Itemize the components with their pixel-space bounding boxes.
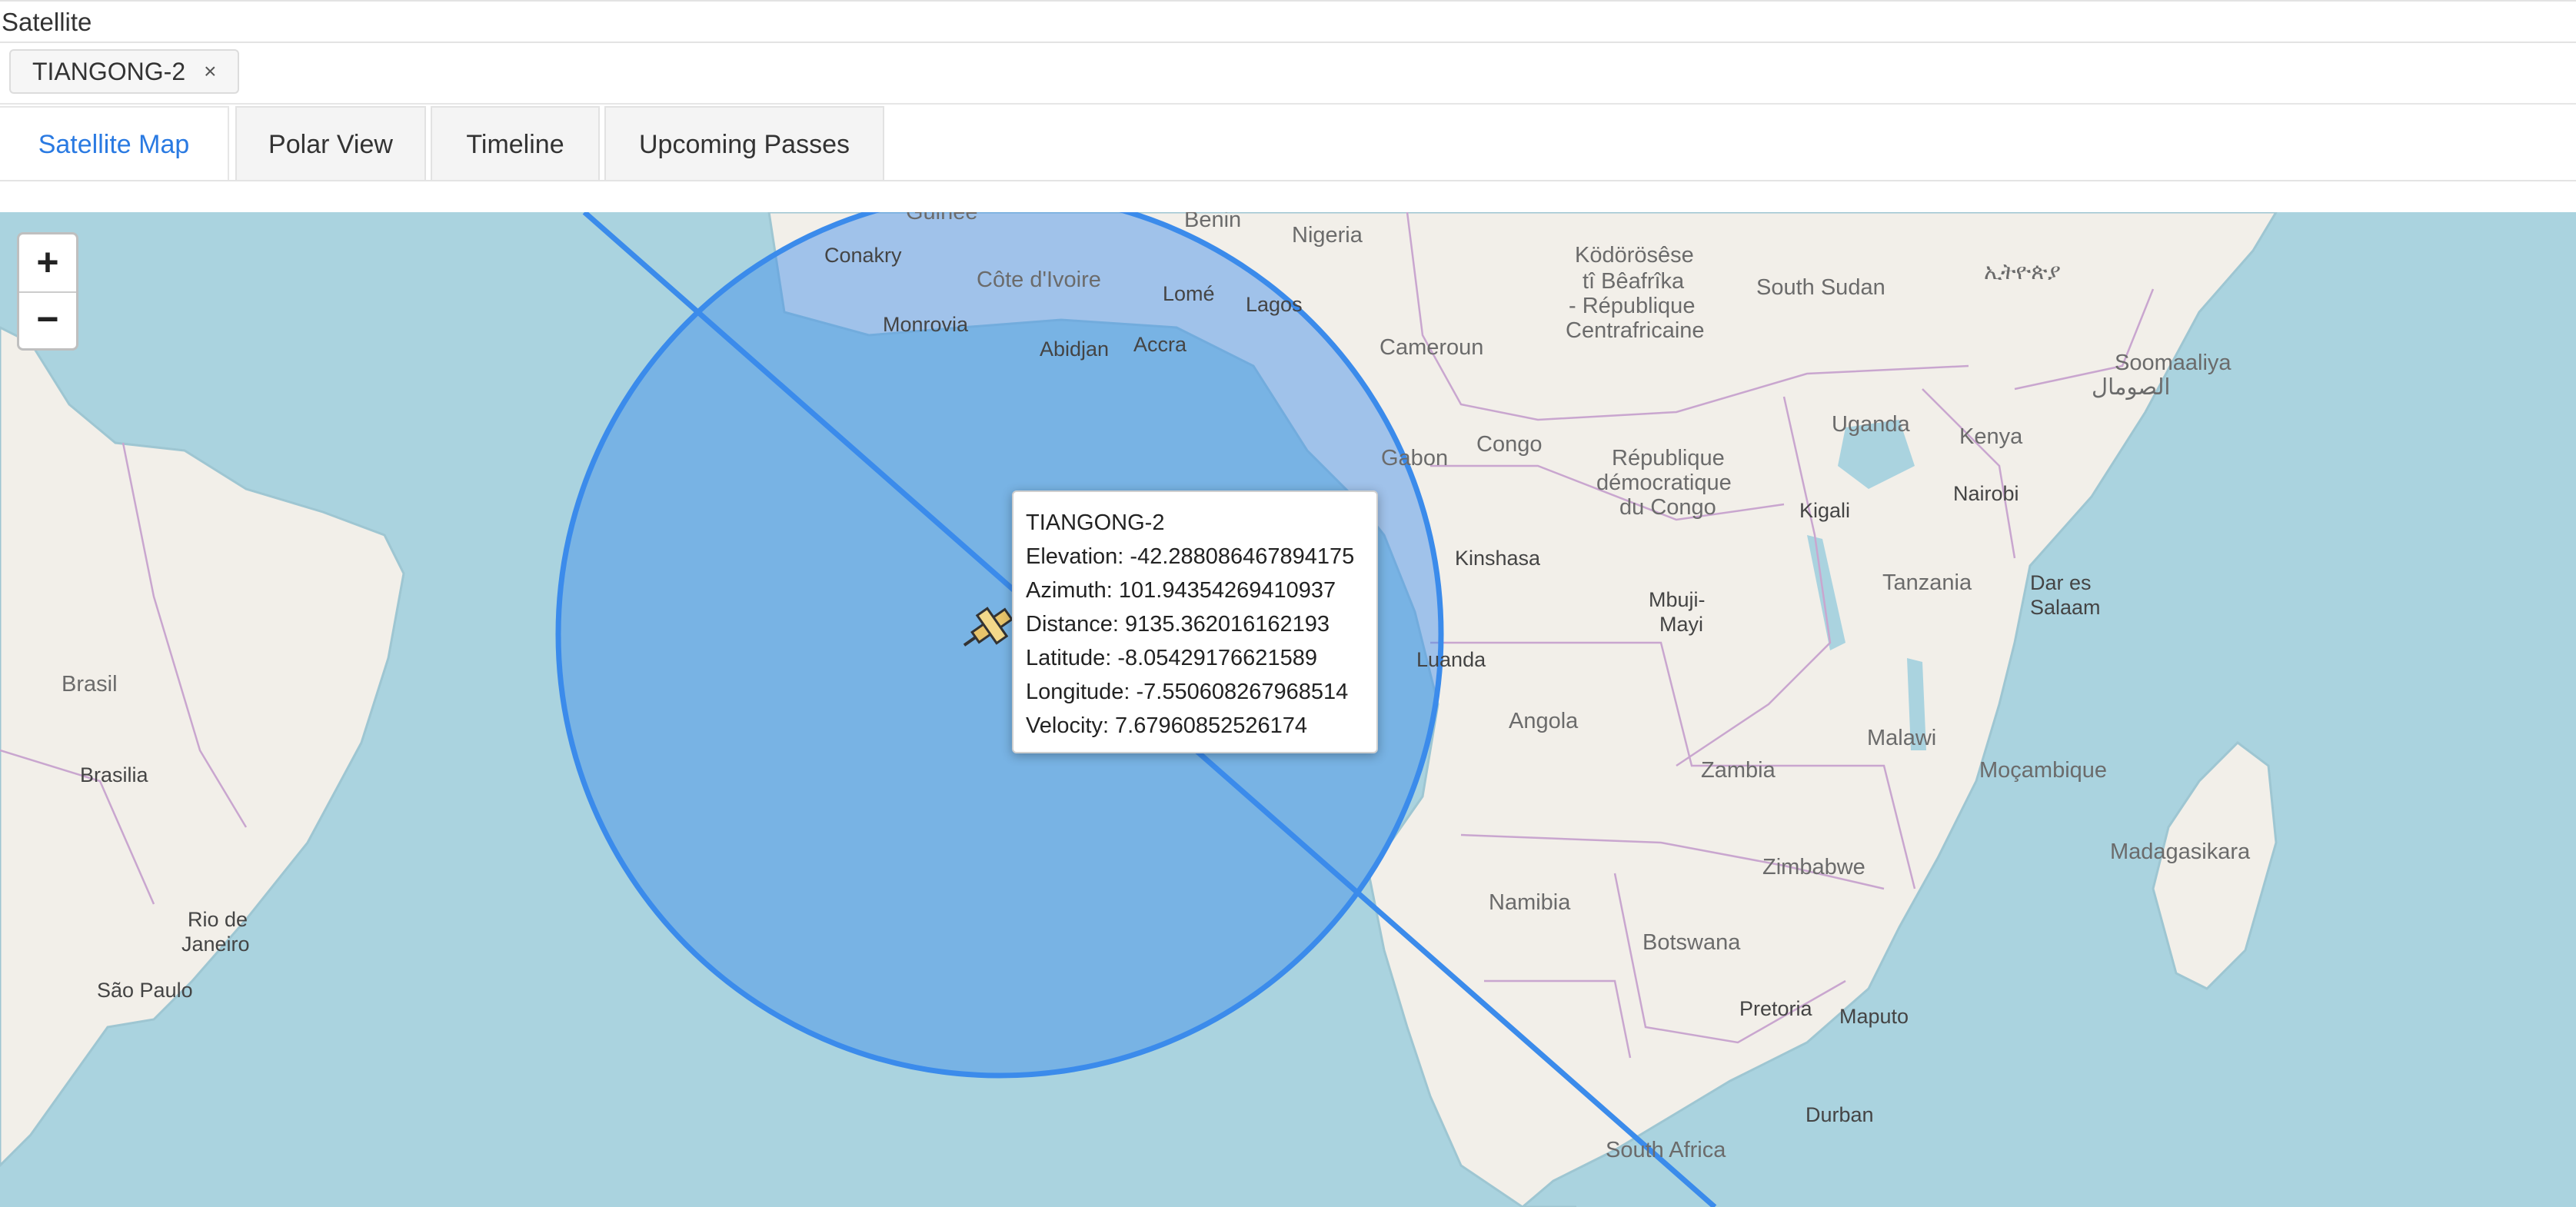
zoom-in-button[interactable]: + xyxy=(19,234,76,293)
satellite-selector[interactable]: TIANGONG-2 × xyxy=(0,43,2576,105)
map-label-mbuji-1: Mbuji- xyxy=(1649,588,1706,611)
map-label-madagasikara: Madagasikara xyxy=(2110,840,2251,864)
map-label-zambia: Zambia xyxy=(1701,758,1776,783)
map-label-dar-2: Salaam xyxy=(2030,596,2101,619)
map-label-rdc-3: du Congo xyxy=(1619,495,1716,520)
map-label-somali-ar: الصومال xyxy=(2092,375,2171,400)
map-label-cameroun: Cameroun xyxy=(1380,335,1484,360)
map-label-brasilia: Brasilia xyxy=(80,763,148,786)
map-label-ethiopia: ኢትዮጵያ xyxy=(1984,260,2061,284)
map-label-angola: Angola xyxy=(1509,709,1579,733)
satellite-info-popup: TIANGONG-2 Elevation: -42.28808646789417… xyxy=(1012,490,1378,753)
map-label-luanda: Luanda xyxy=(1416,648,1486,671)
map-label-conakry: Conakry xyxy=(824,244,902,267)
map-label-namibia: Namibia xyxy=(1489,890,1571,915)
tab-satellite-map[interactable]: Satellite Map xyxy=(0,106,229,180)
map-label-guinee: Guinée xyxy=(906,212,978,224)
popup-satellite-name: TIANGONG-2 xyxy=(1026,510,1165,535)
map-label-kigali: Kigali xyxy=(1799,499,1851,522)
satellite-chip[interactable]: TIANGONG-2 × xyxy=(9,49,240,94)
map-label-uganda: Uganda xyxy=(1832,412,1910,437)
map-label-malawi: Malawi xyxy=(1867,726,1937,750)
zoom-out-button[interactable]: − xyxy=(19,291,76,348)
view-tabs: Satellite Map Polar View Timeline Upcomi… xyxy=(0,105,2576,181)
app-title: Satellite xyxy=(0,0,2576,43)
map-label-rep-centrafricaine: - République xyxy=(1569,294,1696,318)
map-label-maputo: Maputo xyxy=(1839,1005,1909,1028)
popup-elevation: Elevation: -42.288086467894175 xyxy=(1026,544,1355,569)
map-label-zimbabwe: Zimbabwe xyxy=(1762,855,1865,879)
zoom-control: + − xyxy=(17,232,78,351)
map-label-kenya: Kenya xyxy=(1959,424,2023,449)
popup-longitude: Longitude: -7.550608267968514 xyxy=(1026,680,1349,704)
map-label-centrafricaine: Centrafricaine xyxy=(1566,318,1705,343)
map-label-cote-divoire: Côte d'Ivoire xyxy=(977,268,1101,292)
map-label-congo: Congo xyxy=(1476,432,1543,457)
satellite-chip-label: TIANGONG-2 xyxy=(32,58,186,85)
map-label-abidjan: Abidjan xyxy=(1040,337,1110,361)
popup-velocity: Velocity: 7.67960852526174 xyxy=(1026,713,1308,738)
tab-timeline[interactable]: Timeline xyxy=(431,106,600,180)
map-label-durban: Durban xyxy=(1806,1103,1874,1126)
map-label-benin: Benin xyxy=(1184,212,1242,232)
map-label-lagos: Lagos xyxy=(1246,293,1303,316)
map-label-dar-1: Dar es xyxy=(2030,571,2092,594)
map-label-tanzania: Tanzania xyxy=(1882,570,1972,595)
remove-satellite-icon[interactable]: × xyxy=(204,50,216,93)
map-label-gabon: Gabon xyxy=(1381,446,1449,470)
map-label-botswana: Botswana xyxy=(1642,930,1741,955)
map-label-kinshasa: Kinshasa xyxy=(1455,547,1541,570)
map-label-pretoria: Pretoria xyxy=(1739,997,1812,1020)
map-label-rio-1: Rio de xyxy=(188,908,248,931)
map-label-rdc-1: République xyxy=(1612,446,1725,470)
map-label-brasil: Brasil xyxy=(62,672,118,697)
popup-azimuth: Azimuth: 101.94354269410937 xyxy=(1026,578,1336,603)
map-label-accra: Accra xyxy=(1133,333,1187,356)
popup-latitude: Latitude: -8.05429176621589 xyxy=(1026,646,1317,670)
map-label-lome: Lomé xyxy=(1163,282,1215,305)
map-label-sao-paulo: São Paulo xyxy=(97,979,193,1002)
popup-distance: Distance: 9135.362016162193 xyxy=(1026,612,1330,637)
map-label-mbuji-2: Mayi xyxy=(1659,613,1704,636)
tab-polar-view[interactable]: Polar View xyxy=(235,106,426,180)
map-label-rio-2: Janeiro xyxy=(181,933,250,956)
tab-upcoming-passes[interactable]: Upcoming Passes xyxy=(604,106,884,180)
map-label-south-africa: South Africa xyxy=(1606,1138,1726,1162)
map-label-mocambique: Moçambique xyxy=(1979,758,2108,783)
map-label-rdc-2: démocratique xyxy=(1596,470,1732,495)
map-label-nairobi: Nairobi xyxy=(1953,482,2019,505)
map-label-nigeria: Nigeria xyxy=(1292,223,1363,248)
map-label-soomaaliya: Soomaaliya xyxy=(2115,351,2232,375)
map-label-kodorosese: Ködörösêse xyxy=(1575,243,1694,268)
map-label-south-sudan: South Sudan xyxy=(1756,275,1885,300)
map-label-monrovia: Monrovia xyxy=(883,313,969,336)
map-label-ti-beafrika: tî Bêafrîka xyxy=(1583,269,1685,294)
